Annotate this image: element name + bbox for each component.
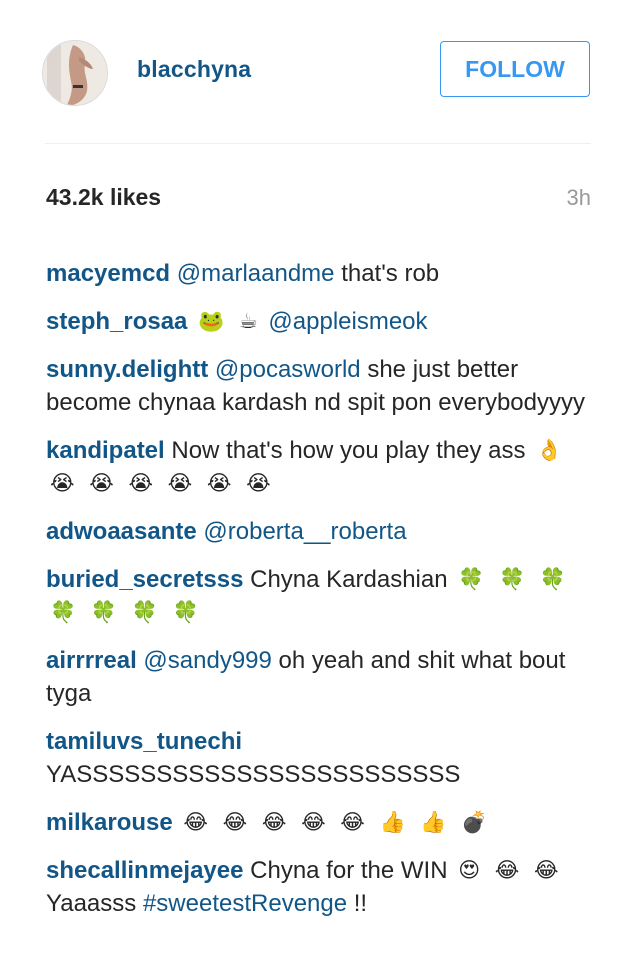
comment-author-link[interactable]: macyemcd [46, 260, 170, 287]
comment-item: adwoaasante @roberta__roberta [46, 515, 594, 548]
comment-list: macyemcd @marlaandme that's rob steph_ros… [46, 257, 594, 935]
comment-author-link[interactable]: tamiluvs_tunechi [46, 728, 242, 755]
mention-link[interactable]: @pocasworld [215, 356, 361, 383]
thumbs-up-emoji-icon: 👍 [379, 810, 406, 834]
mention-link[interactable]: @appleismeok [268, 308, 427, 335]
tears-of-joy-emoji-icon: 😂 [494, 858, 520, 882]
comment-author-link[interactable]: milkarouse [46, 809, 173, 836]
comment-item: milkarouse 😂 😂 😂 😂 😂 👍 👍 💣 [46, 806, 594, 839]
comment-item: airrrreal @sandy999 oh yeah and shit wha… [46, 644, 594, 710]
comment-author-link[interactable]: sunny.delightt [46, 356, 208, 383]
four-leaf-clover-emoji-icon: 🍀 [172, 600, 199, 624]
four-leaf-clover-emoji-icon: 🍀 [90, 600, 117, 624]
frog-emoji-icon: 🐸 [198, 309, 225, 333]
comment-author-link[interactable]: kandipatel [46, 437, 165, 464]
comment-text: that's rob [341, 260, 440, 287]
divider [45, 143, 591, 144]
tears-of-joy-emoji-icon: 😂 [261, 810, 287, 834]
comment-author-link[interactable]: buried_secretsss [46, 566, 243, 593]
post-header: blacchyna FOLLOW [0, 0, 635, 145]
crying-face-emoji-icon: 😭 [50, 471, 75, 495]
comment-author-link[interactable]: airrrreal [46, 647, 137, 674]
comment-text: Chyna Kardashian [250, 566, 448, 593]
mention-link[interactable]: @sandy999 [143, 647, 271, 674]
tears-of-joy-emoji-icon: 😂 [183, 810, 208, 834]
comment-author-link[interactable]: steph_rosaa [46, 308, 187, 335]
comment-item: kandipatel Now that's how you play they … [46, 434, 594, 500]
comment-item: buried_secretsss Chyna Kardashian 🍀 🍀 🍀 … [46, 563, 594, 629]
follow-button[interactable]: FOLLOW [440, 41, 590, 97]
post-timestamp: 3h [566, 185, 591, 210]
tears-of-joy-emoji-icon: 😂 [222, 810, 248, 834]
heart-eyes-emoji-icon: 😍 [458, 858, 481, 882]
crying-face-emoji-icon: 😭 [167, 471, 193, 495]
comment-text: Now that's how you play they ass [171, 437, 526, 464]
four-leaf-clover-emoji-icon: 🍀 [499, 567, 526, 591]
comment-item: macyemcd @marlaandme that's rob [46, 257, 594, 290]
hashtag-link[interactable]: #sweetestRevenge [143, 890, 347, 917]
likes-count[interactable]: 43.2k likes [46, 184, 161, 211]
four-leaf-clover-emoji-icon: 🍀 [458, 567, 485, 591]
comment-author-link[interactable]: adwoaasante [46, 518, 197, 545]
tears-of-joy-emoji-icon: 😂 [301, 810, 326, 834]
tears-of-joy-emoji-icon: 😂 [340, 810, 365, 834]
crying-face-emoji-icon: 😭 [89, 471, 114, 495]
tears-of-joy-emoji-icon: 😂 [534, 858, 559, 882]
bomb-emoji-icon: 💣 [461, 810, 488, 834]
comment-item: shecallinmejayee Chyna for the WIN 😍 😂 😂… [46, 854, 594, 920]
comment-text: YASSSSSSSSSSSSSSSSSSSSSSSS [46, 761, 461, 788]
four-leaf-clover-emoji-icon: 🍀 [131, 600, 158, 624]
crying-face-emoji-icon: 😭 [206, 471, 232, 495]
comment-text: !! [353, 890, 368, 917]
ok-hand-emoji-icon: 👌 [536, 438, 563, 462]
coffee-emoji-icon: ☕ [238, 309, 258, 333]
crying-face-emoji-icon: 😭 [246, 471, 271, 495]
mention-link[interactable]: @marlaandme [177, 260, 335, 287]
thumbs-up-emoji-icon: 👍 [420, 810, 447, 834]
comment-text: Yaaasss [46, 890, 137, 917]
comment-item: sunny.delightt @pocasworld she just bett… [46, 353, 594, 419]
comment-item: steph_rosaa 🐸 ☕ @appleismeok [46, 305, 594, 338]
avatar[interactable] [42, 40, 108, 106]
four-leaf-clover-emoji-icon: 🍀 [50, 600, 77, 624]
comment-author-link[interactable]: shecallinmejayee [46, 857, 243, 884]
mention-link[interactable]: @roberta__roberta [203, 518, 406, 545]
username-link[interactable]: blacchyna [137, 56, 251, 83]
four-leaf-clover-emoji-icon: 🍀 [539, 567, 567, 591]
comment-text: Chyna for the WIN [250, 857, 448, 884]
comment-item: tamiluvs_tunechi YASSSSSSSSSSSSSSSSSSSSS… [46, 725, 594, 791]
profile-photo [43, 41, 107, 105]
crying-face-emoji-icon: 😭 [128, 471, 153, 495]
